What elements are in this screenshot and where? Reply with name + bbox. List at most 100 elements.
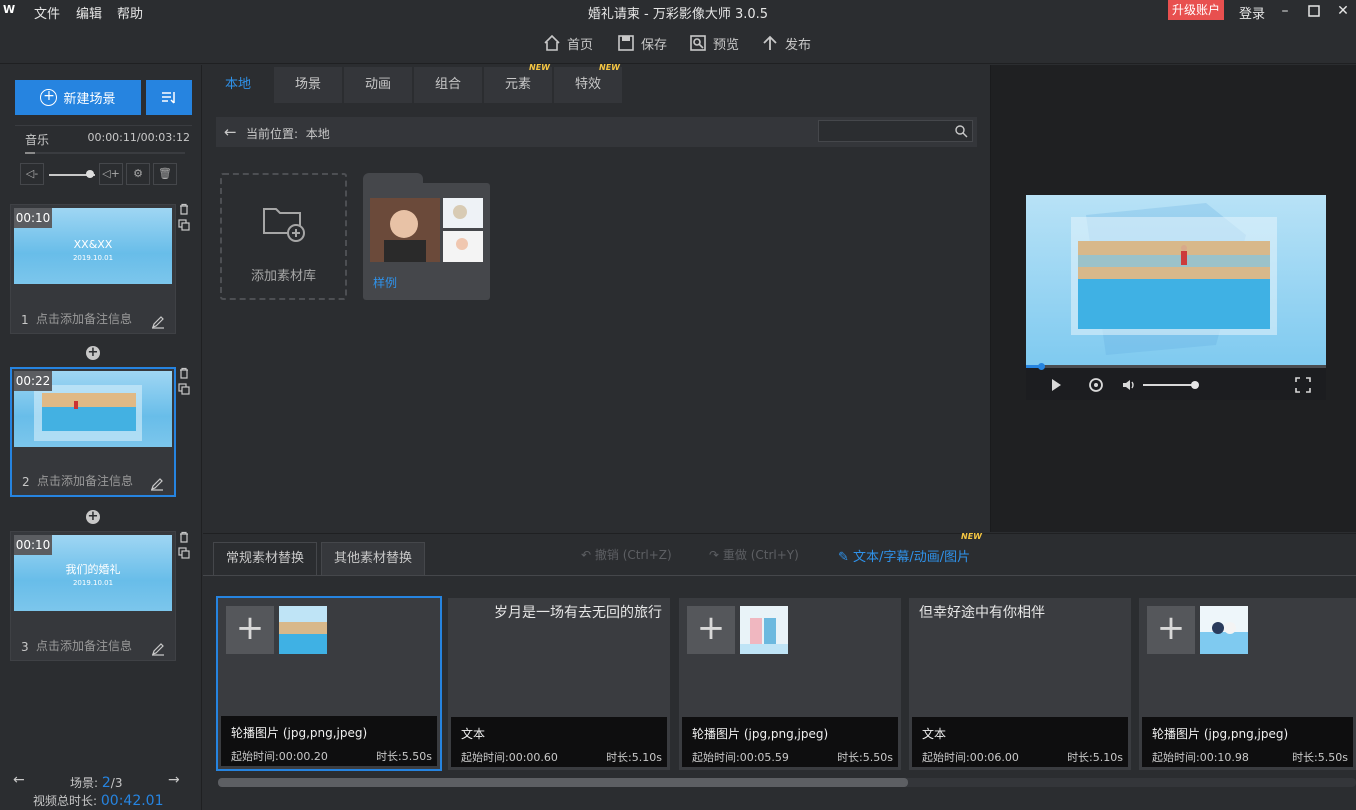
add-image-button[interactable]: + (1147, 606, 1195, 654)
tab-scene[interactable]: 场景 (274, 67, 342, 103)
scene-card-2[interactable]: 00:22 2 点击添加备注信息 (10, 367, 176, 497)
tab-animation[interactable]: 动画 (344, 67, 412, 103)
publish-button[interactable]: 发布 (761, 32, 811, 54)
search-icon[interactable] (954, 124, 968, 138)
total-duration-label: 视频总时长: (33, 794, 98, 808)
volume-up-icon[interactable]: ◁+ (99, 163, 123, 185)
tab-combination[interactable]: 组合 (414, 67, 482, 103)
material-duration: 时长:5.50s (376, 750, 432, 763)
login-link[interactable]: 登录 (1239, 3, 1265, 22)
material-card-5[interactable]: + 轮播图片 (jpg,png,jpeg) 起始时间:00:10.98 时长:5… (1139, 598, 1356, 770)
replay-icon[interactable] (1087, 376, 1105, 394)
tab-elements[interactable]: 元素 (484, 67, 552, 103)
volume-icon[interactable] (1121, 377, 1137, 393)
menu-help[interactable]: 帮助 (117, 3, 143, 22)
scene-panel: + 新建场景 音乐 00:00:11/00:03:12 ◁- ◁+ ⚙ 🗑 XX… (0, 65, 202, 810)
scene-card-1[interactable]: XX&XX 2019.10.01 00:10 1 点击添加备注信息 (10, 204, 176, 334)
text-subtitle-edit-button[interactable]: ✎ 文本/字幕/动画/图片 (838, 546, 970, 565)
scrollbar-thumb[interactable] (218, 778, 908, 787)
copy-scene-icon[interactable] (178, 219, 190, 231)
volume-slider-knob[interactable] (86, 170, 95, 178)
delete-scene-icon[interactable] (178, 367, 190, 379)
save-button[interactable]: 保存 (617, 32, 667, 54)
new-badge: NEW (529, 63, 550, 72)
back-arrow-icon[interactable]: ← (224, 123, 237, 141)
play-icon[interactable] (1048, 377, 1064, 393)
undo-button[interactable]: ↶ 撤销 (Ctrl+Z) (581, 546, 672, 563)
tab-other-replace[interactable]: 其他素材替换 (321, 542, 425, 576)
material-card-1[interactable]: + 轮播图片 (jpg,png,jpeg) 起始时间:00:00.20 时长:5… (216, 596, 442, 771)
breadcrumb-label: 当前位置: (246, 127, 299, 141)
player-volume-slider[interactable] (1143, 384, 1195, 386)
next-scene-icon[interactable]: → (168, 772, 180, 788)
search-input[interactable] (818, 120, 973, 142)
scene-counter-total: /3 (110, 776, 123, 790)
sample-folder[interactable]: 样例 (363, 173, 490, 300)
delete-scene-icon[interactable] (178, 203, 190, 215)
material-card-2[interactable]: 岁月是一场有去无回的旅行 文本 起始时间:00:00.60 时长:5.10s (448, 598, 670, 770)
insert-scene-icon[interactable]: + (86, 346, 100, 360)
gear-icon[interactable]: ⚙ (126, 163, 150, 185)
add-library-label: 添加素材库 (250, 269, 316, 284)
trash-icon[interactable]: 🗑 (153, 163, 177, 185)
new-scene-button[interactable]: + 新建场景 (15, 80, 141, 115)
scene-list-button[interactable] (146, 80, 192, 115)
home-button[interactable]: 首页 (543, 32, 593, 54)
menu-file[interactable]: 文件 (34, 3, 60, 22)
path-bar: ← 当前位置: 本地 (216, 117, 977, 147)
beach-image-thumbnail (279, 606, 327, 654)
tab-divider (203, 575, 1356, 576)
total-duration-value: 00:42.01 (100, 793, 164, 809)
edit-icon[interactable] (151, 315, 165, 329)
scene-note[interactable]: 点击添加备注信息 (36, 310, 132, 327)
maximize-icon[interactable] (1303, 1, 1325, 21)
edit-icon[interactable] (150, 477, 164, 491)
scene-thumb-subcaption: 2019.10.01 (72, 254, 114, 262)
material-type: 文本 (922, 727, 947, 741)
resource-panel: 本地 场景 动画 组合 元素 NEW 特效 NEW ← 当前位置: 本地 添加素… (203, 63, 990, 532)
scene-index: 2 (22, 475, 30, 489)
material-info: 轮播图片 (jpg,png,jpeg) 起始时间:00:10.98 时长:5.5… (1142, 717, 1353, 767)
copy-scene-icon[interactable] (178, 547, 190, 559)
tab-local[interactable]: 本地 (204, 67, 272, 103)
minimize-icon[interactable]: – (1274, 1, 1296, 21)
scene-note[interactable]: 点击添加备注信息 (37, 472, 133, 489)
insert-scene-icon[interactable]: + (86, 510, 100, 524)
player-progress-bar[interactable] (1026, 363, 1326, 370)
add-image-button[interactable]: + (687, 606, 735, 654)
volume-down-icon[interactable]: ◁- (20, 163, 44, 185)
menu-edit[interactable]: 编辑 (76, 3, 102, 22)
upgrade-account-button[interactable]: 升级账户 (1168, 0, 1224, 20)
edit-icon[interactable] (151, 642, 165, 656)
redo-button[interactable]: ↷ 重做 (Ctrl+Y) (709, 546, 799, 563)
copy-scene-icon[interactable] (178, 383, 190, 395)
material-card-3[interactable]: + 轮播图片 (jpg,png,jpeg) 起始时间:00:05.59 时长:5… (679, 598, 901, 770)
add-image-button[interactable]: + (226, 606, 274, 654)
tab-regular-replace[interactable]: 常规素材替换 (213, 542, 317, 576)
music-time: 00:00:11/00:03:12 (87, 131, 190, 144)
fullscreen-icon[interactable] (1295, 377, 1311, 393)
scene-thumb-subcaption: 2019.10.01 (72, 579, 114, 587)
add-library-button[interactable]: 添加素材库 (220, 173, 347, 300)
music-progress-bar[interactable] (25, 152, 185, 154)
window-title: 婚礼请柬 - 万彩影像大师 3.0.5 (587, 7, 769, 22)
tab-effects[interactable]: 特效 (554, 67, 622, 103)
player-volume-knob[interactable] (1191, 381, 1199, 389)
material-text[interactable]: 但幸好途中有你相伴 (919, 602, 1045, 622)
material-text[interactable]: 岁月是一场有去无回的旅行 (494, 602, 662, 622)
preview-frame (1026, 195, 1326, 365)
scene-card-3[interactable]: 我们的婚礼 2019.10.01 00:10 3 点击添加备注信息 (10, 531, 176, 661)
preview-button[interactable]: 预览 (689, 32, 739, 54)
preview-image (1071, 203, 1277, 355)
material-duration: 时长:5.50s (1292, 751, 1348, 764)
scene-note[interactable]: 点击添加备注信息 (36, 637, 132, 654)
breadcrumb-value: 本地 (305, 127, 330, 141)
delete-scene-icon[interactable] (178, 531, 190, 543)
undo-label: 撤销 (Ctrl+Z) (594, 548, 672, 562)
prev-scene-icon[interactable]: ← (13, 772, 25, 788)
scene-thumb-caption: XX&XX (73, 238, 113, 251)
horizontal-scrollbar[interactable] (218, 778, 1356, 787)
close-icon[interactable]: ✕ (1332, 1, 1354, 21)
material-card-4[interactable]: 但幸好途中有你相伴 文本 起始时间:00:06.00 时长:5.10s (909, 598, 1131, 770)
player-progress-handle[interactable] (1038, 363, 1045, 370)
